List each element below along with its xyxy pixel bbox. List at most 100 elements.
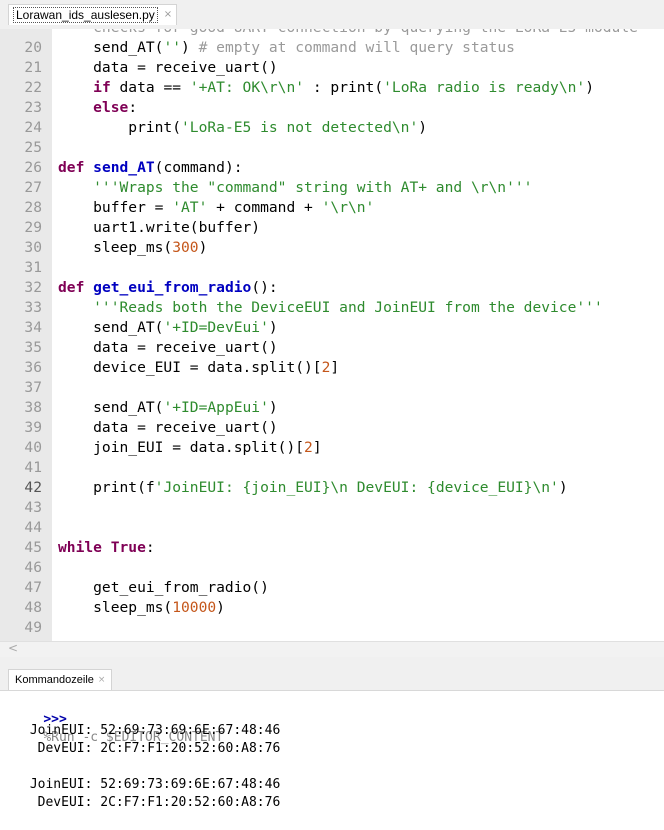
code-token-kw: if xyxy=(93,79,111,96)
code-line[interactable]: 36 device_EUI = data.split()[2] xyxy=(0,358,664,378)
line-number: 28 xyxy=(24,199,42,216)
editor-tab-label[interactable]: Lorawan_ids_auslesen.py xyxy=(13,7,158,23)
code-text: buffer = 'AT' + command + '\r\n' xyxy=(58,198,374,218)
code-token-cm: # empty at command will query status xyxy=(198,39,515,56)
code-line[interactable]: 23 else: xyxy=(0,98,664,118)
code-line[interactable]: 30 sleep_ms(300) xyxy=(0,238,664,258)
code-token-plain: + command + xyxy=(207,199,322,216)
code-token-plain: print( xyxy=(58,119,182,136)
line-number: 31 xyxy=(24,259,42,276)
line-number: 47 xyxy=(24,579,42,596)
line-number: 35 xyxy=(24,339,42,356)
code-token-plain: send_AT( xyxy=(58,319,164,336)
shell-tab[interactable]: Kommandozeile × xyxy=(8,669,113,690)
code-token-plain: sleep_ms( xyxy=(58,239,173,256)
code-text: print('LoRa-E5 is not detected\n') xyxy=(58,118,427,138)
code-token-plain: data = receive_uart() xyxy=(58,419,278,436)
line-number: 22 xyxy=(24,79,42,96)
line-number: 21 xyxy=(24,59,42,76)
shell-tab-label[interactable]: Kommandozeile xyxy=(15,674,94,686)
line-number: 38 xyxy=(24,399,42,416)
code-line[interactable]: 39 data = receive_uart() xyxy=(0,418,664,438)
line-number: 27 xyxy=(24,179,42,196)
line-number: 37 xyxy=(24,379,42,396)
line-number: 20 xyxy=(24,39,42,56)
code-text: sleep_ms(10000) xyxy=(58,598,225,618)
code-line[interactable]: 47 get_eui_from_radio() xyxy=(0,578,664,598)
code-token-str: '+ID=AppEui' xyxy=(163,399,269,416)
line-number: 42 xyxy=(24,479,42,496)
code-line[interactable]: 25 xyxy=(0,138,664,158)
code-line[interactable]: 48 sleep_ms(10000) xyxy=(0,598,664,618)
code-line[interactable]: 40 join_EUI = data.split()[2] xyxy=(0,438,664,458)
code-line[interactable]: 27 '''Wraps the "command" string with AT… xyxy=(0,178,664,198)
code-line[interactable]: 22 if data == '+AT: OK\r\n' : print('LoR… xyxy=(0,78,664,98)
code-line[interactable]: 46 xyxy=(0,558,664,578)
code-line[interactable]: 34 send_AT('+ID=DevEui') xyxy=(0,318,664,338)
tab-close-icon[interactable]: × xyxy=(164,10,172,20)
code-line[interactable]: 44 xyxy=(0,518,664,538)
code-line[interactable]: 49 xyxy=(0,618,664,638)
shell-output-line: JoinEUI: 52:69:73:69:6E:67:48:46 xyxy=(22,723,281,738)
code-token-kw: True xyxy=(110,539,146,556)
code-token-plain: get_eui_from_radio() xyxy=(58,579,269,596)
code-line[interactable]: 45 while True: xyxy=(0,538,664,558)
code-token-plain: (): xyxy=(251,279,278,296)
scroll-left-arrow-icon[interactable]: < xyxy=(8,641,18,655)
code-line[interactable]: 28 buffer = 'AT' + command + '\r\n' xyxy=(0,198,664,218)
code-token-plain: ) xyxy=(198,239,208,256)
code-line[interactable]: 32 def get_eui_from_radio(): xyxy=(0,278,664,298)
code-token-plain: ) xyxy=(268,319,278,336)
code-line[interactable]: 43 xyxy=(0,498,664,518)
code-text: send_AT('') # empty at command will quer… xyxy=(58,38,515,58)
code-token-str: '''Wraps the "command" string with AT+ a… xyxy=(58,179,533,196)
code-text: device_EUI = data.split()[2] xyxy=(58,358,339,378)
code-text: get_eui_from_radio() xyxy=(58,578,269,598)
code-token-kw: while xyxy=(58,539,102,556)
code-token-plain: uart1.write(buffer) xyxy=(58,219,261,236)
panel-separator[interactable] xyxy=(0,657,664,665)
code-line[interactable]: 29 uart1.write(buffer) xyxy=(0,218,664,238)
code-line[interactable]: 42 print(f'JoinEUI: {join_EUI}\n DevEUI:… xyxy=(0,478,664,498)
shell-tab-close-icon[interactable]: × xyxy=(98,675,106,685)
code-token-str: '+AT: OK\r\n' xyxy=(189,79,305,96)
code-token-plain: send_AT( xyxy=(58,399,164,416)
code-token-str: 'JoinEUI: {join_EUI}\n DevEUI: {device_E… xyxy=(154,479,559,496)
editor-tab[interactable]: Lorawan_ids_auslesen.py × xyxy=(8,4,178,25)
code-line[interactable]: 33 '''Reads both the DeviceEUI and JoinE… xyxy=(0,298,664,318)
code-line[interactable]: 31 xyxy=(0,258,664,278)
code-line[interactable]: 26 def send_AT(command): xyxy=(0,158,664,178)
code-token-plain: ) xyxy=(585,79,595,96)
shell-console[interactable]: >>> %Run -c $EDITOR_CONTENT JoinEUI: 52:… xyxy=(0,691,664,830)
code-line[interactable]: 21 data = receive_uart() xyxy=(0,58,664,78)
code-token-plain: data = receive_uart() xyxy=(58,59,278,76)
line-number: 41 xyxy=(24,459,42,476)
code-line-partial[interactable]: checks for good UART connection by query… xyxy=(0,29,664,38)
code-token-plain: print(f xyxy=(58,479,155,496)
code-token-str: '+ID=DevEui' xyxy=(163,319,269,336)
code-token-num: 300 xyxy=(172,239,199,256)
code-editor[interactable]: checks for good UART connection by query… xyxy=(0,29,664,641)
line-number: 45 xyxy=(24,539,42,556)
code-line[interactable]: 41 xyxy=(0,458,664,478)
code-line[interactable]: 37 xyxy=(0,378,664,398)
line-number: 25 xyxy=(24,139,42,156)
code-text: def get_eui_from_radio(): xyxy=(58,278,278,298)
code-line[interactable]: 38 send_AT('+ID=AppEui') xyxy=(0,398,664,418)
code-text: send_AT('+ID=DevEui') xyxy=(58,318,278,338)
code-line[interactable]: 24 print('LoRa-E5 is not detected\n') xyxy=(0,118,664,138)
code-token-str: '''Reads both the DeviceEUI and JoinEUI … xyxy=(58,299,603,316)
line-number: 30 xyxy=(24,239,42,256)
code-line[interactable]: 20 send_AT('') # empty at command will q… xyxy=(0,38,664,58)
shell-output-line: JoinEUI: 52:69:73:69:6E:67:48:46 xyxy=(22,777,281,792)
horizontal-scrollbar[interactable]: < xyxy=(0,641,664,658)
line-number: 36 xyxy=(24,359,42,376)
code-line[interactable]: 35 data = receive_uart() xyxy=(0,338,664,358)
shell-output-line: DevEUI: 2C:F7:F1:20:52:60:A8:76 xyxy=(22,795,281,810)
code-lines[interactable]: checks for good UART connection by query… xyxy=(0,29,664,641)
code-token-plain: sleep_ms( xyxy=(58,599,173,616)
editor-tab-bar: Lorawan_ids_auslesen.py × xyxy=(0,0,664,29)
line-number: 44 xyxy=(24,519,42,536)
